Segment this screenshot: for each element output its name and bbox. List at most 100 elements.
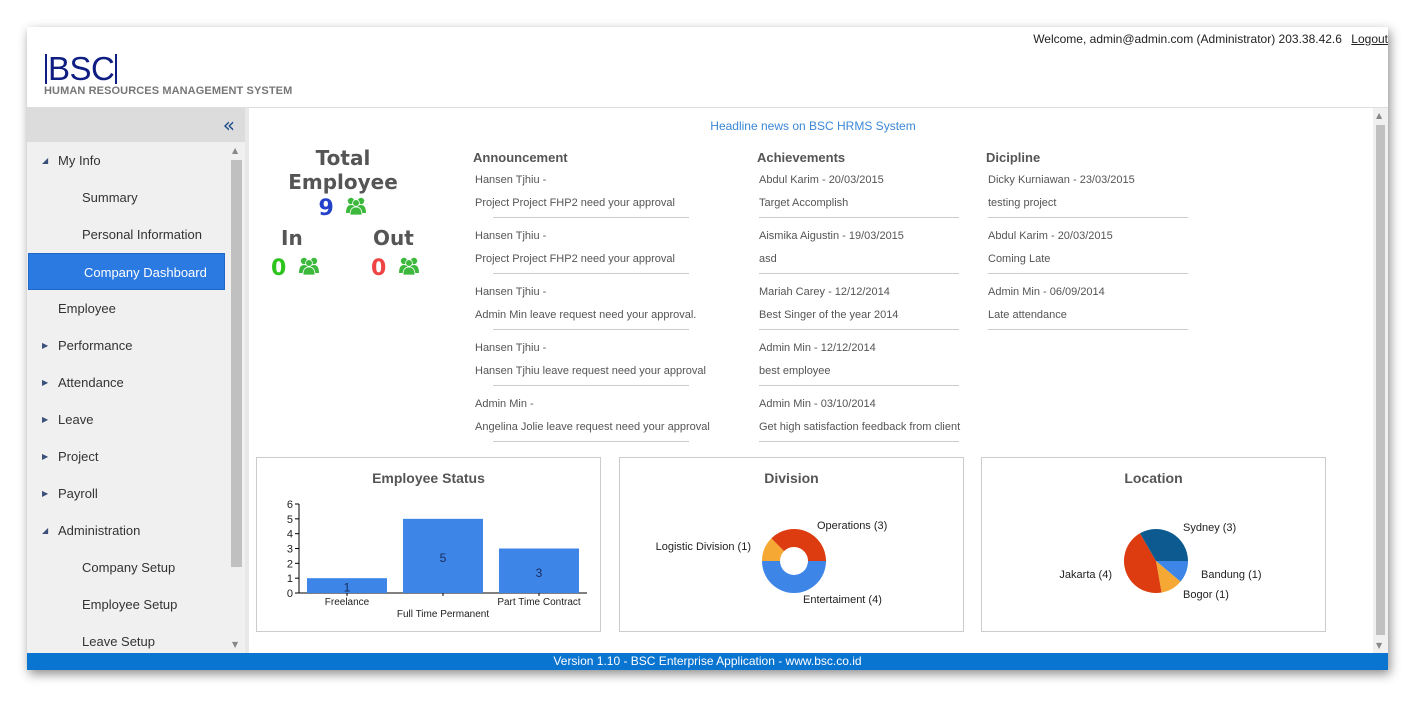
scrollbar-thumb[interactable] <box>1376 125 1385 635</box>
news-item: Hansen Tjhiu - Project Project FHP2 need … <box>475 228 713 274</box>
collapsed-arrow-icon[interactable]: ▶ <box>42 475 48 512</box>
achievements-section: Achievements Abdul Karim - 20/03/2015 Tar… <box>757 150 967 452</box>
app-subtitle: HUMAN RESOURCES MANAGEMENT SYSTEM <box>44 85 293 97</box>
sidebar: « ◢ My Info Summary Personal Information Com… <box>27 108 245 653</box>
sidebar-item-label: Project <box>58 449 99 464</box>
sidebar-scrollbar[interactable]: ▲ ▼ <box>228 142 245 653</box>
sidebar-item-label: Performance <box>58 338 133 353</box>
announcement-title: Announcement <box>473 150 568 165</box>
sidebar-item-company-setup[interactable]: Company Setup <box>27 549 245 586</box>
headline-news-link[interactable]: Headline news on BSC HRMS System <box>249 119 1377 133</box>
in-count: 0 <box>271 256 320 282</box>
sidebar-item-performance[interactable]: ▶ Performance <box>27 327 245 364</box>
sidebar-item-administration[interactable]: ◢ Administration <box>27 512 245 549</box>
news-item-header: Hansen Tjhiu - <box>475 230 547 242</box>
news-item-text: Get high satisfaction feedback from clie… <box>759 421 961 433</box>
news-item-header: Mariah Carey - 12/12/2014 <box>759 286 890 298</box>
sidebar-item-summary[interactable]: Summary <box>27 179 245 216</box>
expanded-arrow-icon[interactable]: ◢ <box>42 512 48 549</box>
y-tick-label: 6 <box>287 499 293 511</box>
news-item-header: Hansen Tjhiu - <box>475 286 547 298</box>
scroll-down-icon[interactable]: ▼ <box>1376 641 1382 650</box>
news-item-header: Hansen Tjhiu - <box>475 342 547 354</box>
news-item-header: Abdul Karim - 20/03/2015 <box>759 174 884 186</box>
sidebar-item-employee-setup[interactable]: Employee Setup <box>27 586 245 623</box>
news-item-header: Hansen Tjhiu - <box>475 174 547 186</box>
slice-label: Sydney (3) <box>1183 522 1236 534</box>
news-item: Admin Min - 06/09/2014 Late attendance <box>988 284 1196 330</box>
news-item: Aismika Aigustin - 19/03/2015 asd <box>759 228 967 274</box>
news-item-text: Coming Late <box>988 253 1051 265</box>
in-out-stats: In Out 0 0 <box>263 222 443 282</box>
news-item-text: Angelina Jolie leave request need your a… <box>475 421 710 433</box>
sidebar-item-leave-setup[interactable]: Leave Setup <box>27 623 245 653</box>
chart-title: Division <box>764 470 819 486</box>
people-icon <box>345 196 367 222</box>
employee-status-chart: 0 1 2 3 4 5 6 1 Freelance 5 Full Time Permanent 3 Pa… <box>256 457 601 632</box>
divider <box>988 273 1188 274</box>
news-item-text: Project Project FHP2 need your approval <box>475 253 675 265</box>
scroll-up-icon[interactable]: ▲ <box>232 146 238 155</box>
logout-link[interactable]: Logout <box>1351 32 1388 46</box>
expanded-arrow-icon[interactable]: ◢ <box>42 142 48 179</box>
slice-label: Bogor (1) <box>1183 589 1229 601</box>
sidebar-item-payroll[interactable]: ▶ Payroll <box>27 475 245 512</box>
collapsed-arrow-icon[interactable]: ▶ <box>42 438 48 475</box>
news-item-header: Admin Min - 03/10/2014 <box>759 398 876 410</box>
divider <box>759 385 959 386</box>
news-item: Abdul Karim - 20/03/2015 Target Accomplis… <box>759 172 967 218</box>
sidebar-item-label: Attendance <box>58 375 124 390</box>
scrollbar-thumb[interactable] <box>231 160 242 567</box>
divider <box>759 217 959 218</box>
news-item-header: Admin Min - <box>475 398 534 410</box>
sidebar-item-personal-information[interactable]: Personal Information <box>27 216 245 253</box>
divider <box>493 329 689 330</box>
news-item-text: Admin Min leave request need your approv… <box>475 309 697 321</box>
news-item: Mariah Carey - 12/12/2014 Best Singer of … <box>759 284 967 330</box>
out-count: 0 <box>371 256 420 282</box>
in-value: 0 <box>271 256 287 281</box>
sidebar-item-label: Employee <box>58 301 116 316</box>
scroll-up-icon[interactable]: ▲ <box>1376 111 1382 120</box>
sidebar-item-label: Leave <box>58 412 94 427</box>
sidebar-item-leave[interactable]: ▶ Leave <box>27 401 245 438</box>
divider <box>493 441 689 442</box>
slice-label: Jakarta (4) <box>1059 569 1112 581</box>
news-item: Hansen Tjhiu - Hansen Tjhiu leave request… <box>475 340 713 386</box>
double-chevron-left-icon[interactable]: « <box>223 113 235 137</box>
collapsed-arrow-icon[interactable]: ▶ <box>42 364 48 401</box>
total-employee-label: Total Employee <box>288 146 398 194</box>
out-value: 0 <box>371 256 387 281</box>
collapsed-arrow-icon[interactable]: ▶ <box>42 327 48 364</box>
sidebar-item-label: Leave Setup <box>82 634 156 649</box>
news-item: Abdul Karim - 20/03/2015 Coming Late <box>988 228 1196 274</box>
scroll-down-icon[interactable]: ▼ <box>232 640 238 649</box>
y-tick-label: 4 <box>287 529 293 541</box>
y-tick-label: 3 <box>287 544 293 556</box>
sidebar-collapse-bar: « <box>27 108 245 142</box>
news-item-header: Dicky Kurniawan - 23/03/2015 <box>988 174 1135 186</box>
bar-value-label: 3 <box>536 566 543 580</box>
sidebar-item-company-dashboard[interactable]: Company Dashboard <box>28 253 225 290</box>
sidebar-item-employee[interactable]: Employee <box>27 290 245 327</box>
people-icon <box>398 256 420 282</box>
sidebar-item-label: Company Setup <box>82 560 176 575</box>
sidebar-item-attendance[interactable]: ▶ Attendance <box>27 364 245 401</box>
sidebar-item-my-info[interactable]: ◢ My Info <box>27 142 245 179</box>
slice-label: Bandung (1) <box>1201 569 1262 581</box>
news-item: Admin Min - 03/10/2014 Get high satisfact… <box>759 396 967 442</box>
x-tick-label: Full Time Permanent <box>397 609 489 620</box>
out-label: Out <box>373 226 414 250</box>
divider <box>988 329 1188 330</box>
main-scrollbar[interactable]: ▲ ▼ <box>1373 108 1388 653</box>
divider <box>493 273 689 274</box>
sidebar-item-label: Payroll <box>58 486 98 501</box>
news-item-header: Admin Min - 12/12/2014 <box>759 342 876 354</box>
news-item: Hansen Tjhiu - Project Project FHP2 need … <box>475 172 713 218</box>
slice-label: Entertaiment (4) <box>803 594 882 606</box>
x-tick-label: Part Time Contract <box>497 597 581 608</box>
sidebar-item-project[interactable]: ▶ Project <box>27 438 245 475</box>
dicipline-title: Dicipline <box>986 150 1041 165</box>
collapsed-arrow-icon[interactable]: ▶ <box>42 401 48 438</box>
people-icon <box>298 256 320 282</box>
